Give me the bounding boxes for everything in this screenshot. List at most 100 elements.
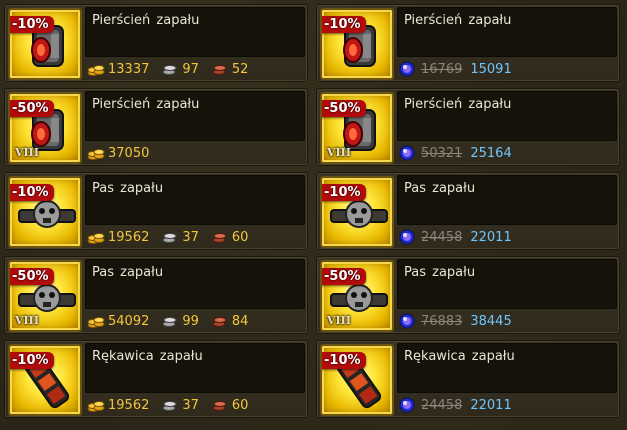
silver-price: 99 bbox=[182, 313, 199, 329]
gold-coins-icon bbox=[87, 65, 105, 76]
shop-item-card[interactable]: -50% VIII Pas zapału 54092 99 84 bbox=[4, 256, 308, 334]
discount-badge: -10% bbox=[322, 16, 366, 33]
price-row: 37050 bbox=[87, 143, 149, 163]
premium-orb-icon bbox=[399, 313, 415, 329]
discount-badge: -10% bbox=[10, 16, 54, 33]
shop-item-card[interactable]: -10% Rękawica zapału 24458 22011 bbox=[316, 340, 620, 418]
premium-orb-icon bbox=[399, 145, 415, 161]
old-price: 50321 bbox=[421, 145, 463, 161]
gold-price: 19562 bbox=[108, 229, 150, 245]
price-row: 24458 22011 bbox=[399, 227, 512, 247]
premium-orb-icon bbox=[399, 61, 415, 77]
tier-label: VIII bbox=[327, 146, 351, 159]
new-price: 38445 bbox=[470, 313, 512, 329]
item-name: Pas zapału bbox=[92, 181, 164, 196]
discount-badge: -50% bbox=[10, 100, 54, 117]
item-name-box: Pas zapału bbox=[85, 175, 305, 225]
bronze-coins-icon bbox=[212, 401, 227, 411]
shop-item-card[interactable]: -10% Pas zapału 19562 37 60 bbox=[4, 172, 308, 250]
item-name: Pas zapału bbox=[404, 265, 476, 280]
silver-price: 37 bbox=[182, 229, 199, 245]
price-row: 76883 38445 bbox=[399, 311, 512, 331]
shop-item-card[interactable]: -10% Pierścień zapału 16769 15091 bbox=[316, 4, 620, 82]
gold-price: 37050 bbox=[108, 145, 150, 161]
gold-coins-icon bbox=[87, 233, 105, 244]
price-row: 19562 37 60 bbox=[87, 395, 248, 415]
tier-label: VIII bbox=[327, 314, 351, 327]
item-name-box: Pierścień zapału bbox=[85, 91, 305, 141]
price-row: 54092 99 84 bbox=[87, 311, 248, 331]
silver-coins-icon bbox=[162, 401, 177, 411]
bronze-price: 84 bbox=[231, 313, 249, 329]
shop-item-card[interactable]: -50% VIII Pierścień zapału 50321 25164 bbox=[316, 88, 620, 166]
shop-item-card[interactable]: -50% VIII Pas zapału 76883 38445 bbox=[316, 256, 620, 334]
item-name-box: Pierścień zapału bbox=[397, 7, 617, 57]
item-name-box: Rękawica zapału bbox=[85, 343, 305, 393]
item-thumbnail[interactable]: -10% bbox=[8, 176, 82, 248]
item-thumbnail[interactable]: -50% VIII bbox=[8, 260, 82, 332]
shop-item-grid: -10% Pierścień zapału 13337 97 52 -10% P… bbox=[0, 0, 627, 430]
shop-item-card[interactable]: -10% Pierścień zapału 13337 97 52 bbox=[4, 4, 308, 82]
bronze-coins-icon bbox=[212, 317, 227, 327]
discount-badge: -10% bbox=[10, 184, 54, 201]
item-name: Rękawica zapału bbox=[92, 349, 203, 364]
item-name-box: Rękawica zapału bbox=[397, 343, 617, 393]
item-thumbnail[interactable]: -50% VIII bbox=[320, 92, 394, 164]
tier-label: VIII bbox=[15, 146, 39, 159]
bronze-price: 60 bbox=[231, 229, 249, 245]
item-name: Pierścień zapału bbox=[92, 97, 200, 112]
new-price: 15091 bbox=[470, 61, 512, 77]
new-price: 22011 bbox=[470, 229, 512, 245]
discount-badge: -50% bbox=[322, 268, 366, 285]
silver-coins-icon bbox=[162, 233, 177, 243]
item-name: Rękawica zapału bbox=[404, 349, 515, 364]
item-thumbnail[interactable]: -10% bbox=[320, 344, 394, 416]
item-thumbnail[interactable]: -10% bbox=[320, 8, 394, 80]
gold-coins-icon bbox=[87, 317, 105, 328]
item-name: Pierścień zapału bbox=[404, 13, 512, 28]
old-price: 24458 bbox=[421, 397, 463, 413]
gold-price: 19562 bbox=[108, 397, 150, 413]
item-thumbnail[interactable]: -50% VIII bbox=[8, 92, 82, 164]
premium-orb-icon bbox=[399, 229, 415, 245]
shop-item-card[interactable]: -10% Pas zapału 24458 22011 bbox=[316, 172, 620, 250]
item-name: Pierścień zapału bbox=[404, 97, 512, 112]
silver-coins-icon bbox=[162, 65, 177, 75]
new-price: 22011 bbox=[470, 397, 512, 413]
item-name: Pas zapału bbox=[92, 265, 164, 280]
gold-coins-icon bbox=[87, 149, 105, 160]
bronze-price: 60 bbox=[231, 397, 249, 413]
price-row: 16769 15091 bbox=[399, 59, 512, 79]
item-thumbnail[interactable]: -10% bbox=[8, 344, 82, 416]
new-price: 25164 bbox=[470, 145, 512, 161]
silver-price: 37 bbox=[182, 397, 199, 413]
silver-coins-icon bbox=[162, 317, 177, 327]
item-thumbnail[interactable]: -50% VIII bbox=[320, 260, 394, 332]
bronze-coins-icon bbox=[212, 65, 227, 75]
item-name: Pas zapału bbox=[404, 181, 476, 196]
old-price: 24458 bbox=[421, 229, 463, 245]
discount-badge: -10% bbox=[322, 184, 366, 201]
item-name-box: Pierścień zapału bbox=[85, 7, 305, 57]
price-row: 19562 37 60 bbox=[87, 227, 248, 247]
price-row: 24458 22011 bbox=[399, 395, 512, 415]
item-name-box: Pierścień zapału bbox=[397, 91, 617, 141]
shop-item-card[interactable]: -10% Rękawica zapału 19562 37 60 bbox=[4, 340, 308, 418]
item-name-box: Pas zapału bbox=[397, 259, 617, 309]
tier-label: VIII bbox=[15, 314, 39, 327]
bronze-price: 52 bbox=[231, 61, 249, 77]
discount-badge: -10% bbox=[10, 352, 54, 369]
gold-coins-icon bbox=[87, 401, 105, 412]
shop-item-card[interactable]: -50% VIII Pierścień zapału 37050 bbox=[4, 88, 308, 166]
discount-badge: -50% bbox=[322, 100, 366, 117]
item-name-box: Pas zapału bbox=[397, 175, 617, 225]
price-row: 13337 97 52 bbox=[87, 59, 248, 79]
old-price: 76883 bbox=[421, 313, 463, 329]
old-price: 16769 bbox=[421, 61, 463, 77]
silver-price: 97 bbox=[182, 61, 199, 77]
item-thumbnail[interactable]: -10% bbox=[8, 8, 82, 80]
premium-orb-icon bbox=[399, 397, 415, 413]
item-thumbnail[interactable]: -10% bbox=[320, 176, 394, 248]
discount-badge: -50% bbox=[10, 268, 54, 285]
item-name-box: Pas zapału bbox=[85, 259, 305, 309]
